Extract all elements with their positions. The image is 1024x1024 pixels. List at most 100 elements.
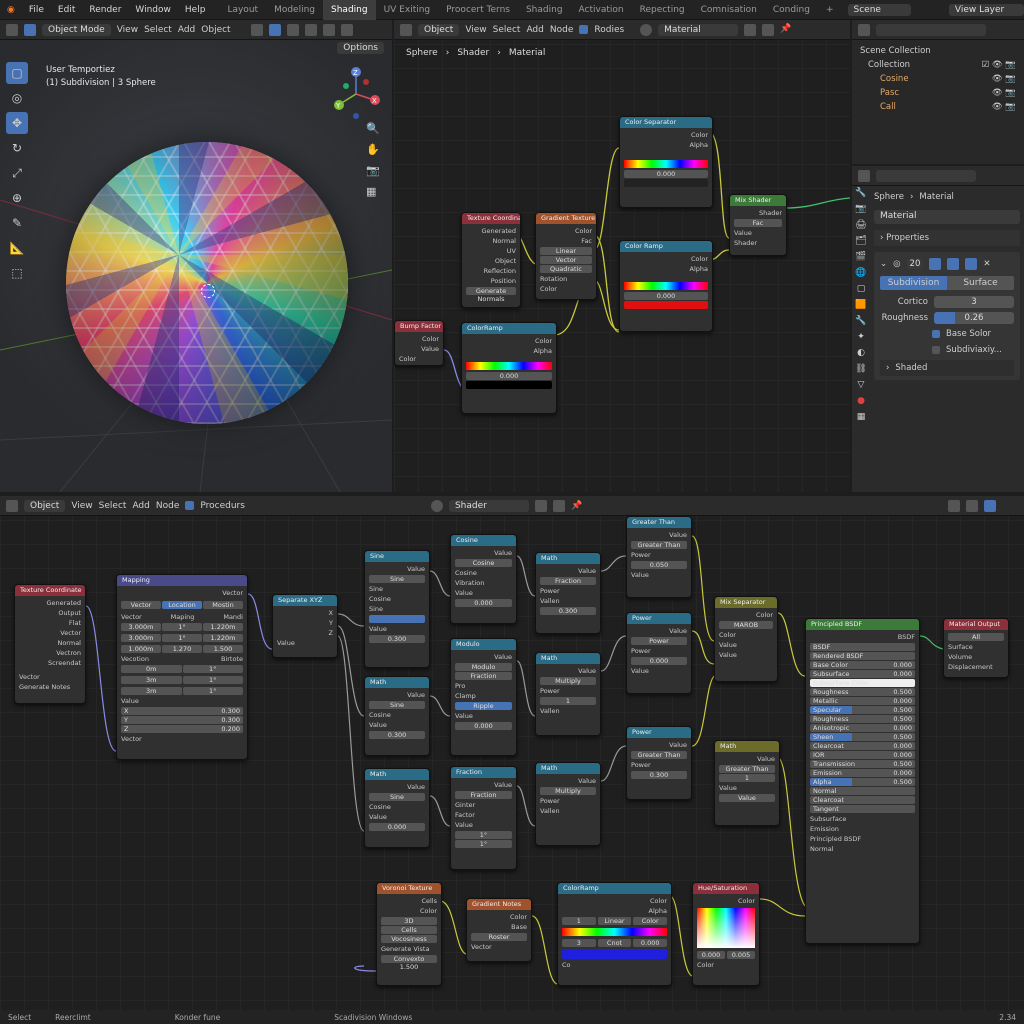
operation-dropdown[interactable]: Cosine: [455, 559, 512, 567]
vector-field[interactable]: Vector: [540, 256, 592, 264]
node-greater-than[interactable]: Greater Than Value Greater Than Power 0.…: [626, 516, 692, 598]
value-field[interactable]: 0.300: [631, 771, 687, 779]
view-layer-tab-icon[interactable]: 🗂: [855, 236, 866, 246]
node-header[interactable]: Principled BSDF: [806, 619, 919, 630]
bsdf-input-field[interactable]: Emission 0.000: [810, 769, 915, 777]
viewport-3d[interactable]: Object Mode View Select Add Object Optio…: [0, 20, 392, 492]
distance-dropdown[interactable]: Vocosiness: [381, 935, 437, 943]
color-ramp-bar[interactable]: [466, 362, 552, 370]
visibility-icon[interactable]: ☑ 👁 📷: [982, 58, 1016, 72]
tab-modeling[interactable]: Modeling: [266, 0, 323, 20]
target-dropdown[interactable]: All: [948, 633, 1004, 641]
base-solor-checkbox[interactable]: [932, 330, 940, 338]
node-header[interactable]: Sine: [365, 551, 429, 562]
editmode-toggle-icon[interactable]: [929, 258, 942, 270]
outliner-item[interactable]: Call 👁 📷: [860, 100, 1016, 114]
node-hue-saturation[interactable]: Hue/Saturation Color 0.000 0.005 Color: [692, 882, 760, 986]
sphere-object[interactable]: [66, 142, 348, 424]
cortico-field[interactable]: 3: [934, 296, 1014, 308]
node-header[interactable]: Texture Coordinate: [15, 585, 85, 596]
scene-collection[interactable]: Scene Collection: [860, 44, 1016, 58]
node-math-mix2[interactable]: Math Value Greater Than 1 Value Value: [714, 740, 780, 826]
value-field[interactable]: 0.000: [631, 657, 687, 665]
node-header[interactable]: Mix Shader: [730, 195, 786, 206]
bsdf-input-field[interactable]: IOR 0.000: [810, 751, 915, 759]
node-header[interactable]: Gradient Notes: [467, 899, 531, 910]
subdiv-checkbox[interactable]: [932, 346, 940, 354]
value-field[interactable]: 1: [719, 774, 775, 782]
mapping-tab[interactable]: Vector: [121, 601, 161, 609]
menu-window[interactable]: Window: [128, 5, 178, 15]
value-field[interactable]: 1.000m: [121, 645, 161, 653]
node-header[interactable]: Math: [365, 677, 429, 688]
blender-logo-icon[interactable]: ◉: [0, 5, 22, 15]
ramp-mode[interactable]: Linear: [597, 917, 632, 925]
node-header[interactable]: Power: [627, 613, 691, 624]
node-header[interactable]: Math: [536, 653, 600, 664]
visibility-icon[interactable]: 👁 📷: [992, 100, 1016, 114]
bsdf-input-field[interactable]: Normal: [810, 787, 915, 795]
node-header[interactable]: Gradient Texture: [536, 213, 596, 224]
collection-tab-icon[interactable]: ▢: [857, 284, 866, 294]
modifier-tab-icon[interactable]: 🔧: [855, 316, 866, 326]
operation-dropdown[interactable]: Sine: [369, 575, 425, 583]
ramp-color-field[interactable]: [624, 179, 708, 187]
properties-search[interactable]: [876, 169, 976, 182]
value-field[interactable]: 1.220m: [203, 634, 243, 642]
mapping-tab[interactable]: Location: [162, 601, 202, 609]
fac-field[interactable]: Fac: [734, 219, 782, 227]
ramp-interp[interactable]: Color: [633, 917, 668, 925]
color-picker-wheel[interactable]: [697, 908, 755, 948]
tab-shading-2[interactable]: Shading: [518, 0, 571, 20]
scene-selector[interactable]: Scene: [847, 3, 911, 16]
tab-uv-editing[interactable]: UV Exiting: [376, 0, 439, 20]
generate-notes-checkbox[interactable]: Generate Notes: [19, 682, 81, 692]
value-field[interactable]: 3.000m: [121, 634, 161, 642]
node-header[interactable]: Separate XYZ: [273, 595, 337, 606]
menu-file[interactable]: File: [22, 5, 51, 15]
viewport-toggle-icon[interactable]: [947, 258, 960, 270]
visibility-icon[interactable]: 👁 📷: [992, 86, 1016, 100]
bsdf-input-field[interactable]: Subsurface 0.000: [810, 670, 915, 678]
bsdf-input-field[interactable]: Clearcoat 0.000: [810, 742, 915, 750]
add-workspace-button[interactable]: +: [818, 0, 842, 20]
operation-dropdown[interactable]: Power: [631, 637, 687, 645]
value-field[interactable]: 1.270: [162, 645, 202, 653]
node-header[interactable]: Cosine: [451, 535, 516, 546]
material-slot-field[interactable]: Material: [874, 210, 1020, 224]
operation-dropdown[interactable]: Greater Than: [631, 541, 687, 549]
outliner-item[interactable]: Pasc 👁 📷: [860, 86, 1016, 100]
mode-dropdown[interactable]: Quadratic: [540, 265, 592, 273]
view-layer-selector[interactable]: View Layer: [948, 3, 1024, 16]
scale-field[interactable]: 1°: [182, 687, 243, 695]
operation-dropdown[interactable]: Sine: [369, 793, 425, 801]
shader-editor-top[interactable]: Object View Select Add Node Rodies Mater…: [394, 20, 850, 492]
bsdf-input-field[interactable]: Anisotropic 0.000: [810, 724, 915, 732]
node-math-2[interactable]: Math Value Sine Cosine Value 0.300: [364, 676, 430, 756]
value-field[interactable]: Value: [719, 794, 775, 802]
operation-dropdown[interactable]: Greater Than: [631, 751, 687, 759]
node-mapping[interactable]: Mapping Vector Vector Location Mostin Ve…: [116, 574, 248, 760]
shader-editor-bottom[interactable]: Object View Select Add Node Procedurs Sh…: [0, 496, 1024, 1010]
ramp-index[interactable]: 1: [562, 917, 596, 925]
visibility-icon[interactable]: 👁 📷: [992, 72, 1016, 86]
node-header[interactable]: ColorRamp: [462, 323, 556, 334]
node-colorramp-top-2[interactable]: ColorRamp Color Alpha 0.000: [461, 322, 557, 414]
node-math-cosine[interactable]: Cosine Value Cosine Cosine Vibration Val…: [450, 534, 517, 624]
sat-value[interactable]: 0.005: [727, 951, 755, 959]
node-gradient-texture-top[interactable]: Gradient Texture Color Fac Linear Vector…: [535, 212, 597, 300]
value-field[interactable]: 1°: [162, 623, 202, 631]
generate-button[interactable]: Generate Normals: [466, 287, 516, 303]
particles-tab-icon[interactable]: ✦: [857, 332, 865, 342]
value-field[interactable]: 1: [540, 697, 596, 705]
close-icon[interactable]: ✕: [983, 259, 990, 269]
node-math-fraction[interactable]: Fraction Value Fraction Ginter Factor Va…: [450, 766, 517, 870]
color-ramp-bar[interactable]: [562, 928, 667, 936]
gradient-type-dropdown[interactable]: Roster: [471, 933, 527, 941]
bsdf-input-field[interactable]: Alpha 0.500: [810, 778, 915, 786]
node-header[interactable]: Modulo: [451, 639, 516, 650]
node-voronoi-texture[interactable]: Voronoi Texture Cells Color 3D Cells Voc…: [376, 882, 442, 986]
outliner-search[interactable]: [876, 23, 986, 36]
node-header[interactable]: Power: [627, 727, 691, 738]
node-math-3[interactable]: Math Value Sine Cosine Value 0.000: [364, 768, 430, 848]
